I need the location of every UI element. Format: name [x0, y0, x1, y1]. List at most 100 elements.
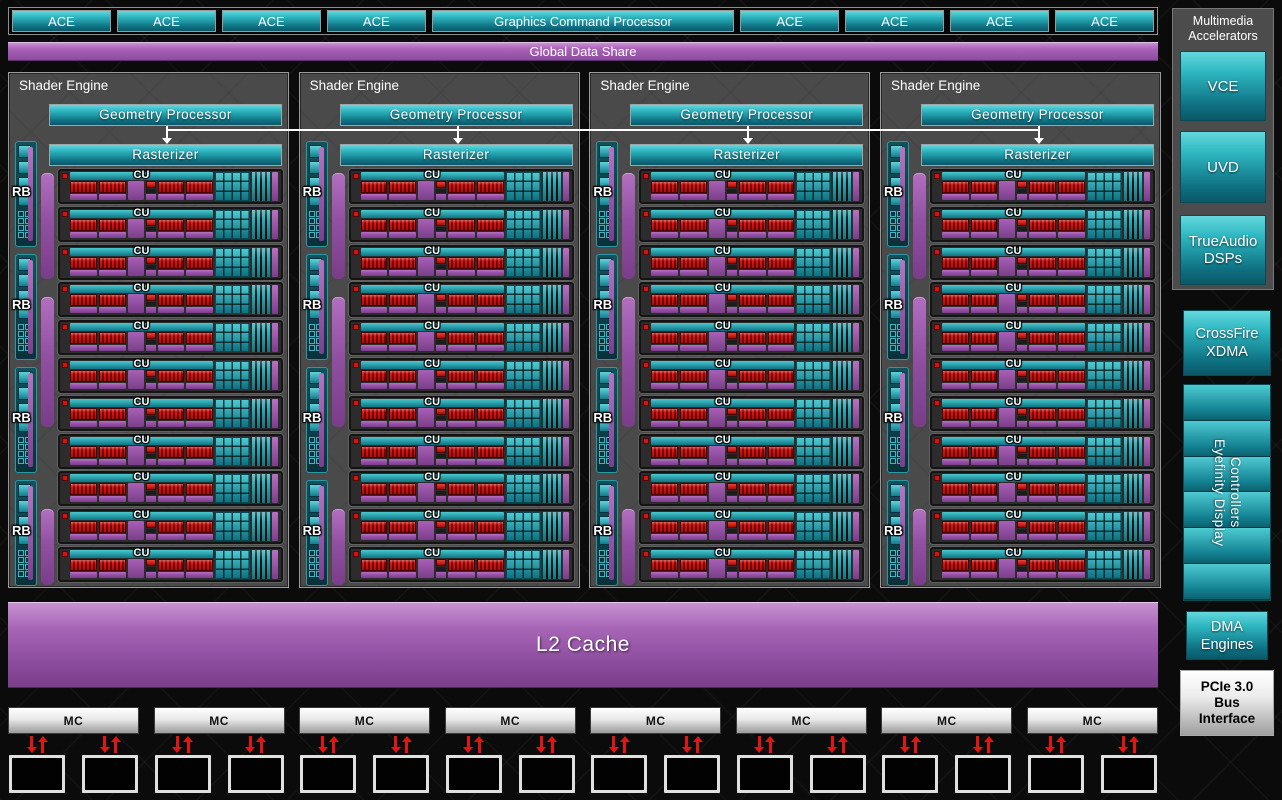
cu-register-bar — [476, 307, 504, 314]
cu-stack: CU CU CU CU CU CU CU CU CU CU CU — [928, 168, 1156, 583]
shader-engine-title: Shader Engine — [600, 78, 690, 93]
cu-end-bar — [562, 285, 569, 315]
crossbar-purple-bar — [331, 509, 345, 585]
cu-vector-alu — [738, 256, 766, 269]
cu-end-bar — [272, 323, 278, 353]
rb-cache-cell — [308, 571, 315, 577]
memory-controller-row: MC MC MC MC MC MC MC MC — [8, 707, 1158, 793]
cu-center-column — [436, 445, 447, 465]
rb-cache-cell — [889, 458, 896, 464]
cu-mini-purple-block — [1017, 194, 1028, 200]
cu-end-bar — [562, 474, 569, 504]
cu-register-bar — [360, 345, 388, 352]
render-backend-block: RB — [12, 141, 37, 247]
cu-vector-alu — [651, 332, 679, 345]
cu-mini-gap — [145, 302, 156, 307]
cu-scalar-block — [418, 558, 435, 578]
shader-engine-array: Shader Engine Geometry Processor Rasteri… — [8, 72, 1161, 588]
cu-mini-red-block — [1017, 369, 1028, 377]
cu-lds-stripes — [1123, 474, 1142, 504]
down-arrow-icon — [452, 126, 463, 144]
rb-cache-cell — [599, 564, 606, 570]
rb-cache-cell — [599, 451, 606, 457]
cu-mini-gap — [1017, 377, 1028, 382]
cu-simd-area: CU — [62, 509, 213, 541]
cu-header-bar: CU — [651, 282, 795, 294]
cu-register-bar — [738, 269, 766, 276]
cu-vector-alu — [389, 181, 417, 193]
shader-engine: Shader Engine Geometry Processor Rasteri… — [879, 72, 1161, 588]
cu-register-bar — [1058, 194, 1085, 200]
cu-center-column — [436, 369, 447, 389]
cu-register-bar — [98, 194, 126, 200]
render-backend-block: RB — [884, 367, 909, 473]
cu-end-bar — [1143, 436, 1150, 466]
cu-register-bar — [1029, 269, 1057, 276]
cu-lds-stripes — [542, 323, 561, 353]
cu-header-bar: CU — [941, 169, 1085, 181]
rb-label: RB — [593, 184, 613, 199]
cu-texture-area — [796, 360, 860, 390]
rb-cache-cell — [889, 564, 896, 570]
rb-cache-cell — [889, 437, 896, 443]
rb-label: RB — [593, 410, 613, 425]
rb-cache-cell — [18, 458, 24, 464]
compute-unit-row: CU — [638, 205, 866, 243]
cu-simd-area: CU — [643, 245, 795, 277]
cu-vector-alu — [680, 181, 707, 193]
cu-register-bar — [941, 571, 969, 578]
compute-unit-row: CU — [638, 281, 866, 319]
cu-vector-alu — [70, 369, 97, 382]
cu-center-column — [1017, 483, 1028, 503]
cu-vector-alu — [680, 256, 707, 269]
rb-cache-cell — [599, 211, 606, 217]
cu-vector-alu — [70, 181, 97, 193]
cu-texture-area — [215, 209, 279, 239]
cu-register-bar — [448, 231, 475, 238]
cu-register-bar — [767, 496, 795, 503]
rb-label: RB — [593, 523, 613, 538]
cu-end-bar — [272, 360, 278, 390]
down-arrow-icon — [317, 736, 328, 753]
cu-vector-alu — [360, 445, 388, 458]
cu-center-column — [145, 483, 156, 503]
cu-mini-red-block — [436, 407, 447, 415]
eyefinity-label: Eyefinity Display Controllers — [1212, 438, 1243, 547]
cu-texture-grid — [505, 436, 541, 466]
compute-unit-row: CU — [928, 356, 1156, 394]
cu-register-bar — [767, 534, 795, 541]
memory-chips — [736, 736, 867, 793]
cu-texture-area — [1086, 172, 1151, 201]
cu-scalar-block — [418, 218, 435, 238]
cu-lds-stripes — [542, 285, 561, 315]
cu-center-column — [145, 256, 156, 276]
cu-mini-gap — [436, 453, 447, 458]
cu-mini-red-block — [1017, 256, 1028, 264]
up-arrow-icon — [401, 736, 412, 753]
geometry-processor-bar: Geometry Processor — [49, 104, 282, 126]
cu-header-bar: CU — [651, 434, 795, 446]
cu-label: CU — [1005, 546, 1022, 559]
cu-end-bar — [272, 398, 278, 428]
cu-register-bar — [98, 534, 126, 541]
cu-center-column — [726, 256, 737, 276]
cu-mini-gap — [726, 415, 737, 420]
cu-vector-alu — [767, 181, 795, 193]
cu-texture-area — [215, 172, 279, 201]
geometry-processor-label: Geometry Processor — [971, 107, 1104, 122]
shader-engine-title: Shader Engine — [890, 78, 981, 93]
cu-mini-purple-block — [436, 420, 447, 427]
memory-controller-box: MC — [1026, 707, 1158, 734]
memory-chip — [445, 755, 502, 793]
cu-lds-stripes — [833, 172, 852, 201]
cu-vector-alu — [157, 558, 185, 571]
cu-end-bar — [562, 360, 569, 390]
cu-label: CU — [714, 546, 731, 559]
cu-mini-purple-block — [726, 382, 737, 389]
memory-channel: MC — [444, 707, 576, 793]
cu-vector-alu — [157, 256, 185, 269]
cu-vector-alu — [941, 294, 969, 307]
cu-lds-stripes — [542, 398, 561, 428]
compute-unit-row: CU — [57, 319, 284, 357]
cu-mini-gap — [436, 566, 447, 571]
